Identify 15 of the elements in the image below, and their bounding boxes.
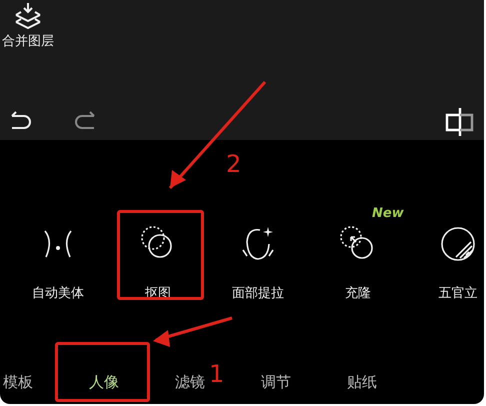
step-number: 1 [209, 362, 224, 386]
hatched-circle-icon [438, 224, 478, 264]
merge-layers-label[interactable]: 合并图层 [2, 32, 54, 50]
tab[interactable]: 模板 [3, 373, 33, 391]
new-label: New [372, 206, 404, 221]
tool-label[interactable]: 面部提拉 [232, 284, 284, 302]
tab[interactable]: 调节 [261, 373, 291, 391]
tab[interactable]: 滤镜 [175, 373, 205, 391]
tool-label[interactable]: 充隆 [345, 284, 371, 302]
compare-icon[interactable] [444, 106, 476, 138]
tab[interactable]: 人像 [89, 373, 119, 391]
step-number: 2 [226, 152, 242, 176]
tool-label[interactable]: 五官立 [438, 284, 478, 302]
tool-label[interactable]: 自动美体 [32, 284, 84, 302]
tab[interactable]: 贴纸 [347, 373, 377, 391]
